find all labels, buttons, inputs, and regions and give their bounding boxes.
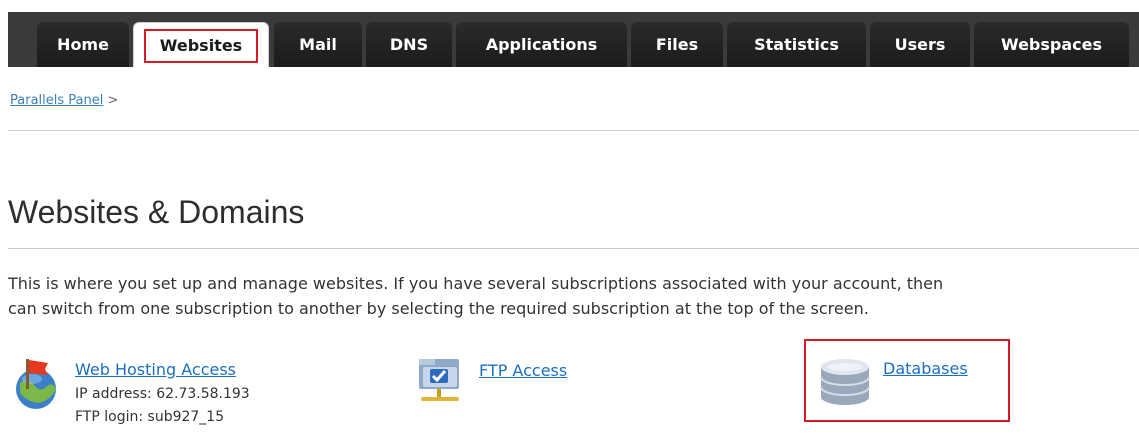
tab-mail[interactable]: Mail	[274, 22, 362, 67]
tab-websites[interactable]: Websites	[133, 22, 269, 67]
databases-link[interactable]: Databases	[883, 359, 968, 378]
tab-home[interactable]: Home	[37, 22, 129, 67]
breadcrumb-divider	[8, 130, 1139, 131]
tab-dns[interactable]: DNS	[366, 22, 452, 67]
main-navigation: Home Websites Mail DNS Applications File…	[0, 0, 1139, 67]
ftp-login-text: FTP login: sub927_15	[75, 409, 225, 425]
page-title: Websites & Domains	[8, 194, 305, 230]
web-hosting-access-link[interactable]: Web Hosting Access	[75, 360, 250, 379]
tab-users[interactable]: Users	[870, 22, 970, 67]
page-description: This is where you set up and manage webs…	[8, 274, 944, 318]
tab-applications[interactable]: Applications	[456, 22, 627, 67]
ftp-folder-icon[interactable]	[417, 357, 463, 405]
ip-address-text: IP address: 62.73.58.193	[75, 386, 250, 402]
breadcrumb-link-parallels-panel[interactable]: Parallels Panel	[10, 93, 103, 108]
globe-flag-icon[interactable]	[12, 355, 62, 410]
breadcrumb: Parallels Panel >	[10, 93, 118, 108]
breadcrumb-separator: >	[107, 93, 119, 108]
tab-statistics[interactable]: Statistics	[727, 22, 866, 67]
title-divider	[8, 248, 1139, 249]
tab-files[interactable]: Files	[631, 22, 723, 67]
ftp-access-link[interactable]: FTP Access	[479, 361, 567, 380]
tab-webspaces[interactable]: Webspaces	[974, 22, 1129, 67]
database-icon[interactable]	[819, 357, 871, 409]
